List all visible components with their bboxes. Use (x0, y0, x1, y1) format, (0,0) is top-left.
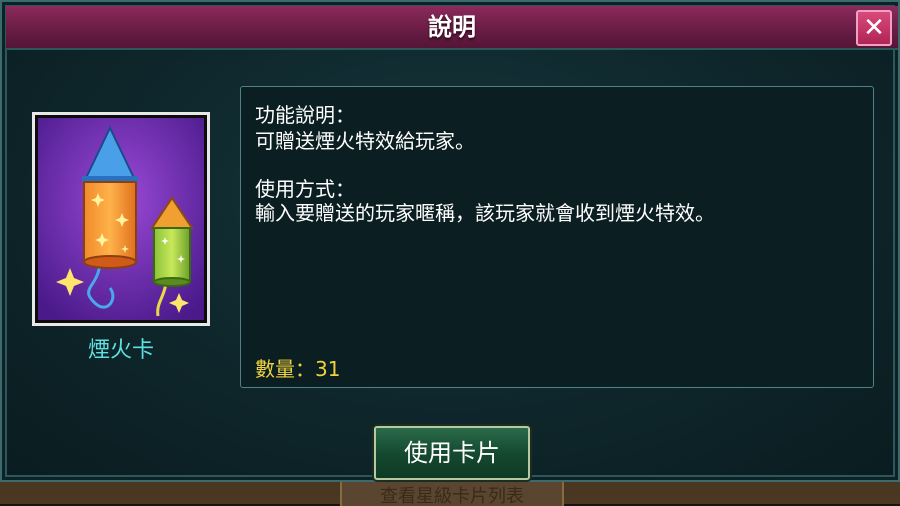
info-dialog: 說明 ✕ 煙火卡 功能說明： 可贈送煙火特效給玩家。 使用方式： 輸入要贈送的玩… (0, 0, 900, 482)
card-name: 煙火卡 (87, 338, 154, 363)
firework-card-icon (38, 118, 204, 320)
use-card-button[interactable]: 使用卡片 (374, 426, 530, 480)
dialog-titlebar: 說明 ✕ (6, 6, 898, 50)
description-panel: 功能說明： 可贈送煙火特效給玩家。 使用方式： 輸入要贈送的玩家暱稱，該玩家就會… (240, 86, 874, 388)
usage-text: 輸入要贈送的玩家暱稱，該玩家就會收到煙火特效。 (255, 201, 715, 225)
function-text: 可贈送煙火特效給玩家。 (255, 129, 475, 153)
function-heading: 功能說明： (255, 103, 355, 127)
background-button-partial: 查看星級卡片列表 (340, 480, 564, 506)
dialog-title: 說明 (428, 13, 476, 41)
close-button[interactable]: ✕ (856, 10, 892, 46)
quantity-label: 數量：31 (255, 357, 341, 381)
card-image-frame (32, 112, 210, 326)
